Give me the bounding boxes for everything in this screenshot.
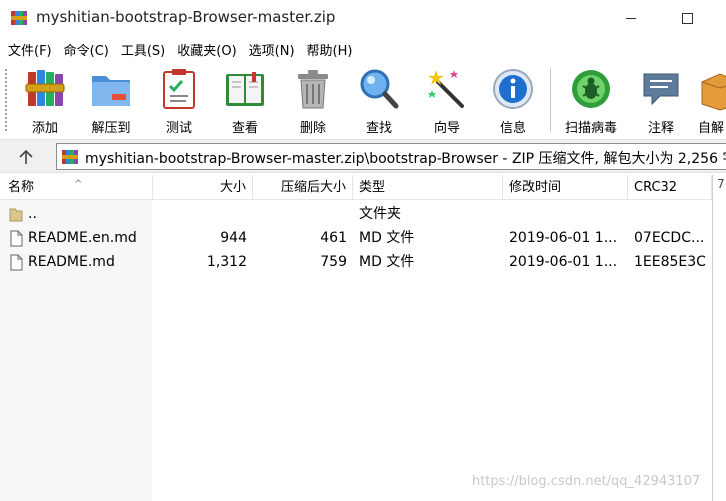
toolbar: 添加 解压到 测试 查看 删除 查找 向导 信息 扫描病毒 注释 自解 bbox=[0, 62, 726, 136]
test-button[interactable]: 测试 bbox=[148, 66, 210, 136]
menu-commands[interactable]: 命令(C) bbox=[56, 40, 113, 59]
virus-scan-button[interactable]: 扫描病毒 bbox=[560, 66, 622, 136]
column-header-crc[interactable]: CRC32 bbox=[628, 175, 712, 200]
sfx-button[interactable]: 自解 bbox=[692, 66, 726, 136]
view-button[interactable]: 查看 bbox=[214, 66, 276, 136]
file-name: .. bbox=[28, 206, 37, 222]
magnifier-icon bbox=[360, 69, 399, 109]
magic-wand-icon bbox=[428, 70, 464, 108]
maximize-button[interactable] bbox=[664, 0, 710, 36]
extract-to-label: 解压到 bbox=[91, 121, 131, 136]
file-crc bbox=[628, 202, 712, 226]
file-packed-size bbox=[253, 202, 353, 226]
table-row[interactable]: .. 文件夹 bbox=[0, 202, 712, 226]
delete-label: 删除 bbox=[299, 121, 326, 136]
column-header-modified-label: 修改时间 bbox=[509, 180, 562, 195]
file-name: README.en.md bbox=[28, 230, 137, 246]
wizard-label: 向导 bbox=[433, 121, 460, 136]
archive-icon bbox=[62, 150, 78, 164]
wizard-button[interactable]: 向导 bbox=[416, 66, 478, 136]
file-type: MD 文件 bbox=[359, 230, 415, 246]
maximize-icon bbox=[681, 12, 693, 24]
menu-file[interactable]: 文件(F) bbox=[0, 40, 56, 59]
test-label: 测试 bbox=[165, 121, 192, 136]
column-header-packed-label: 压缩后大小 bbox=[280, 180, 346, 195]
address-field[interactable]: myshitian-bootstrap-Browser-master.zip\b… bbox=[56, 143, 726, 170]
view-label: 查看 bbox=[231, 121, 258, 136]
sfx-label: 自解 bbox=[698, 121, 725, 136]
folder-extract-icon bbox=[92, 76, 130, 106]
arrow-up-icon bbox=[19, 149, 33, 164]
comment-icon bbox=[643, 73, 679, 106]
file-crc: 07ECDC... bbox=[634, 230, 705, 246]
virus-scan-icon bbox=[572, 70, 610, 108]
address-row: myshitian-bootstrap-Browser-master.zip\b… bbox=[0, 139, 726, 173]
column-header-type-label: 类型 bbox=[359, 180, 386, 195]
file-packed-size: 461 bbox=[320, 230, 347, 246]
column-header-packed[interactable]: 压缩后大小 bbox=[253, 175, 353, 200]
add-button[interactable]: 添加 bbox=[14, 66, 76, 136]
up-one-level-button[interactable] bbox=[8, 144, 44, 170]
sort-ascending-icon: ^ bbox=[74, 179, 83, 190]
column-header-name[interactable]: 名称 ^ bbox=[0, 175, 153, 200]
menu-tools[interactable]: 工具(S) bbox=[113, 40, 169, 59]
menu-help[interactable]: 帮助(H) bbox=[299, 40, 357, 59]
menu-favorites[interactable]: 收藏夹(O) bbox=[169, 40, 240, 59]
file-modified: 2019-06-01 1... bbox=[509, 254, 618, 270]
comment-button[interactable]: 注释 bbox=[630, 66, 692, 136]
column-header-crc-label: CRC32 bbox=[634, 180, 678, 195]
column-header-type[interactable]: 类型 bbox=[353, 175, 503, 200]
file-size bbox=[153, 202, 253, 226]
column-header-name-label: 名称 bbox=[8, 180, 35, 195]
minimize-icon bbox=[626, 17, 636, 19]
delete-button[interactable]: 删除 bbox=[282, 66, 344, 136]
minimize-button[interactable] bbox=[608, 0, 654, 36]
file-packed-size: 759 bbox=[320, 254, 347, 270]
extract-to-button[interactable]: 解压到 bbox=[80, 66, 142, 136]
title-bar: myshitian-bootstrap-Browser-master.zip bbox=[0, 0, 726, 36]
watermark: https://blog.csdn.net/qq_42943107 bbox=[472, 474, 701, 489]
find-label: 查找 bbox=[365, 121, 392, 136]
table-row[interactable]: README.md 1,312 759 MD 文件 2019-06-01 1..… bbox=[0, 250, 712, 274]
books-add-icon bbox=[25, 70, 65, 106]
toolbar-grip[interactable] bbox=[4, 68, 8, 132]
sfx-box-icon bbox=[701, 73, 726, 111]
info-icon bbox=[493, 69, 533, 109]
column-header-modified[interactable]: 修改时间 bbox=[503, 175, 628, 200]
file-crc: 1EE85E3C bbox=[634, 254, 706, 270]
side-panel-text: 7 bbox=[717, 177, 725, 191]
file-modified bbox=[503, 202, 628, 226]
trash-icon bbox=[298, 70, 328, 109]
book-view-icon bbox=[226, 72, 264, 106]
menu-options[interactable]: 选项(N) bbox=[241, 40, 299, 59]
list-header: 名称 ^ 大小 压缩后大小 类型 修改时间 CRC32 bbox=[0, 175, 712, 200]
add-label: 添加 bbox=[31, 121, 58, 136]
toolbar-separator bbox=[550, 68, 551, 132]
file-type: 文件夹 bbox=[359, 206, 401, 222]
side-panel[interactable]: 7 bbox=[712, 175, 726, 501]
info-button[interactable]: 信息 bbox=[482, 66, 544, 136]
comment-label: 注释 bbox=[647, 121, 674, 136]
file-name: README.md bbox=[28, 254, 115, 270]
find-button[interactable]: 查找 bbox=[348, 66, 410, 136]
file-modified: 2019-06-01 1... bbox=[509, 230, 618, 246]
clipboard-test-icon bbox=[163, 69, 195, 109]
info-label: 信息 bbox=[499, 121, 526, 136]
file-size: 1,312 bbox=[206, 254, 247, 270]
winrar-app-icon[interactable] bbox=[10, 9, 28, 27]
file-type: MD 文件 bbox=[359, 254, 415, 270]
file-list[interactable]: 名称 ^ 大小 压缩后大小 类型 修改时间 CRC32 .. 文件夹 READM… bbox=[0, 175, 712, 501]
window-title: myshitian-bootstrap-Browser-master.zip bbox=[36, 8, 336, 26]
file-size: 944 bbox=[220, 230, 247, 246]
column-header-size-label: 大小 bbox=[219, 180, 246, 195]
table-row[interactable]: README.en.md 944 461 MD 文件 2019-06-01 1.… bbox=[0, 226, 712, 250]
virus-scan-label: 扫描病毒 bbox=[564, 121, 617, 136]
column-header-size[interactable]: 大小 bbox=[153, 175, 253, 200]
menu-bar: 文件(F) 命令(C) 工具(S) 收藏夹(O) 选项(N) 帮助(H) bbox=[0, 38, 726, 60]
address-path: myshitian-bootstrap-Browser-master.zip\b… bbox=[85, 151, 726, 167]
